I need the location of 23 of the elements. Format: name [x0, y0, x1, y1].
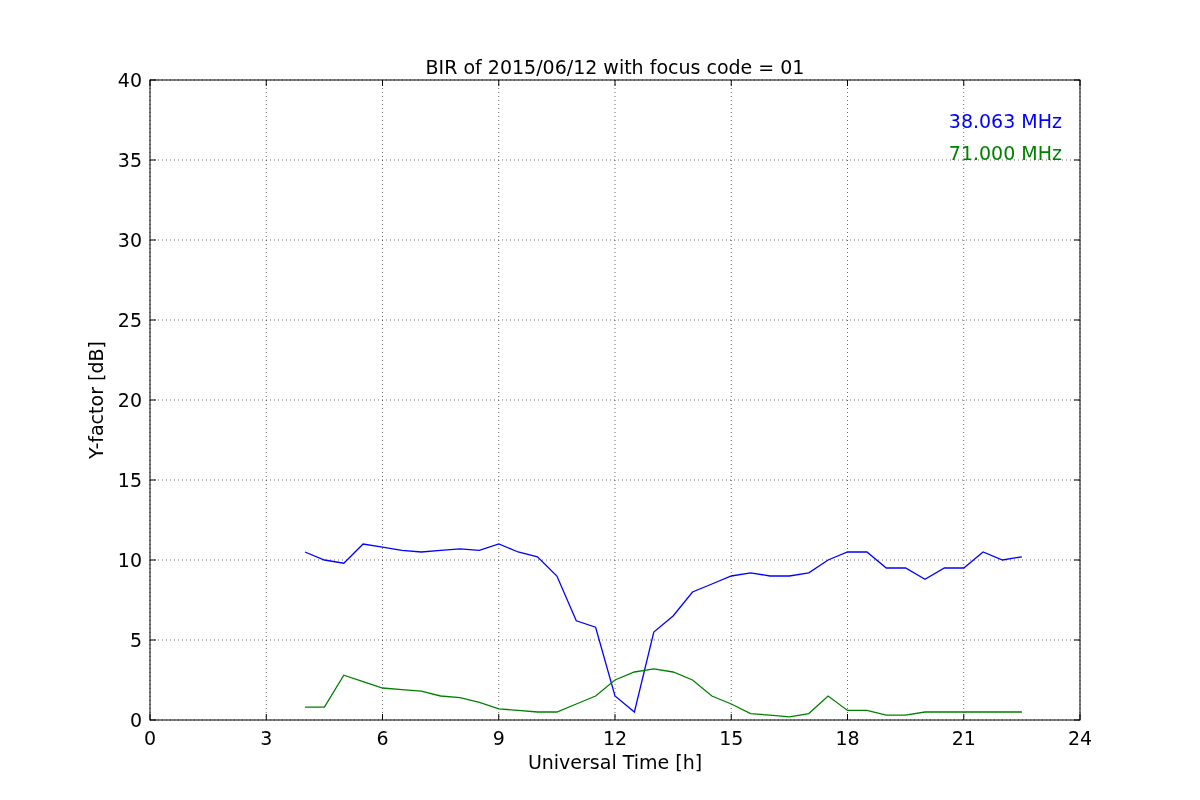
- x-tick-label: 24: [1067, 727, 1093, 749]
- y-tick-label: 5: [129, 629, 142, 651]
- x-tick-label: 6: [376, 727, 389, 749]
- x-axis-label: Universal Time [h]: [527, 751, 703, 773]
- y-tick-label: 25: [117, 309, 142, 331]
- y-tick-label: 30: [117, 229, 142, 251]
- x-tick-label: 18: [835, 727, 860, 749]
- y-tick-label: 0: [129, 709, 142, 731]
- x-tick-label: 12: [602, 727, 628, 749]
- x-tick-label: 15: [719, 727, 744, 749]
- x-tick-label: 3: [260, 727, 273, 749]
- x-tick-label: 9: [492, 727, 505, 749]
- x-tick-label: 0: [143, 727, 157, 749]
- legend-label: 38.063 MHz: [948, 110, 1062, 132]
- y-tick-label: 15: [117, 469, 142, 491]
- y-tick-label: 40: [117, 69, 142, 91]
- chart-title: BIR of 2015/06/12 with focus code = 01: [425, 56, 805, 78]
- y-tick-label: 20: [117, 389, 142, 411]
- x-tick-label: 21: [951, 727, 976, 749]
- y-tick-label: 10: [117, 549, 142, 571]
- y-tick-label: 35: [117, 149, 142, 171]
- y-axis-label: Y-factor [dB]: [85, 341, 107, 459]
- legend-label: 71.000 MHz: [948, 142, 1062, 164]
